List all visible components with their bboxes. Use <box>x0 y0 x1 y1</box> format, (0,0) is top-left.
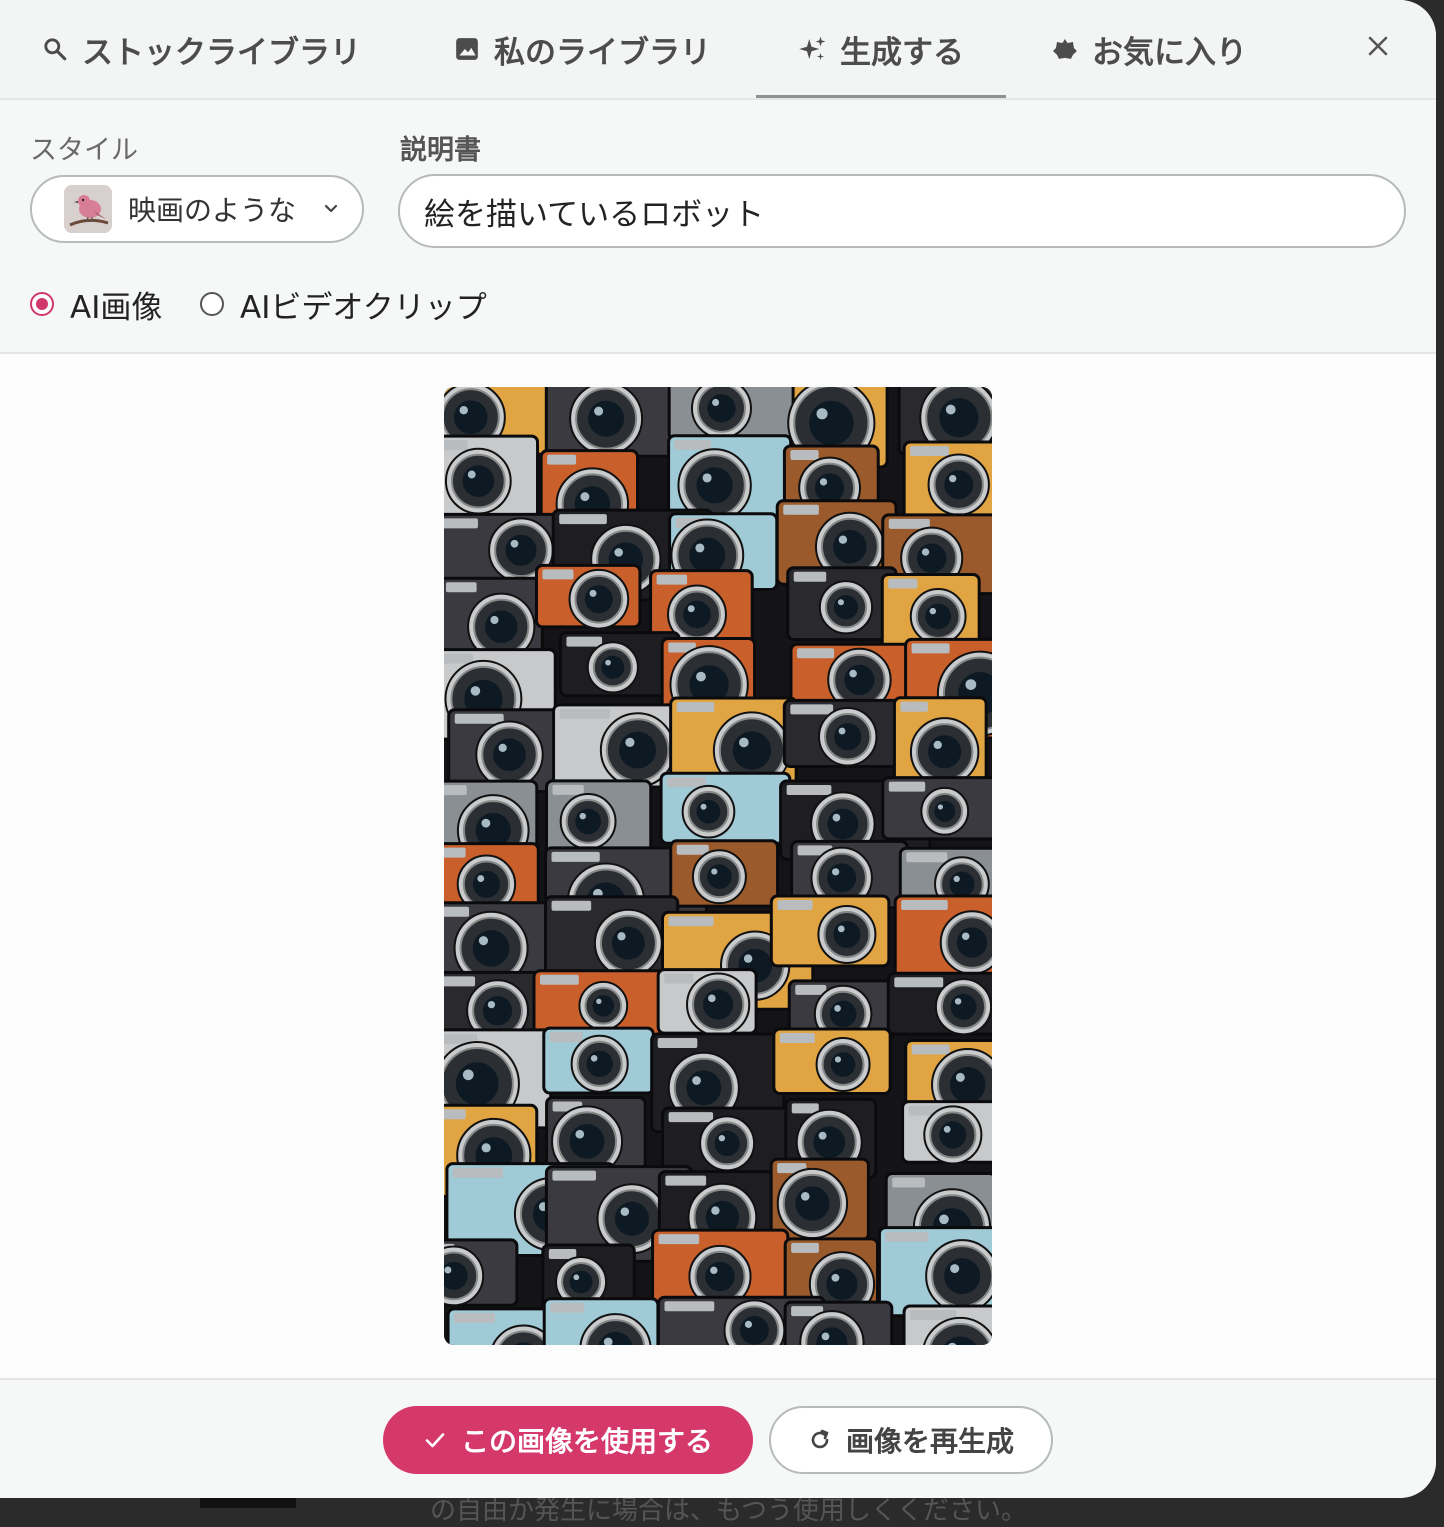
tab-my-library[interactable]: 私のライブラリ <box>452 0 711 98</box>
radio-ai-image[interactable]: AI画像 <box>30 284 163 326</box>
radio-label: AIビデオクリップ <box>240 289 487 326</box>
tab-label: ストックライブラリ <box>82 34 361 71</box>
description-input[interactable] <box>398 174 1406 248</box>
tab-stock-library[interactable]: ストックライブラリ <box>40 0 361 98</box>
style-dropdown[interactable]: 映画のような <box>30 175 364 243</box>
description-label: 説明書 <box>400 135 481 166</box>
tab-bar: ストックライブラリ 私のライブラリ 生成する お気に入り <box>0 0 1436 100</box>
close-button[interactable] <box>1360 30 1396 66</box>
radio-ai-video-clip[interactable]: AIビデオクリップ <box>200 284 487 326</box>
tab-generate[interactable]: 生成する <box>756 0 1006 98</box>
pentagon-star-icon <box>1050 34 1080 64</box>
tab-label: 私のライブラリ <box>494 34 711 71</box>
style-label: スタイル <box>30 135 138 166</box>
refresh-icon <box>808 1428 832 1452</box>
use-this-image-button[interactable]: この画像を使用する <box>383 1406 753 1474</box>
sparkle-icon <box>798 34 828 64</box>
use-this-image-label: この画像を使用する <box>460 1425 713 1458</box>
tab-label: お気に入り <box>1092 34 1247 71</box>
tab-label: 生成する <box>840 34 964 71</box>
radio-button[interactable] <box>30 292 54 316</box>
radio-label: AI画像 <box>70 289 163 326</box>
image-icon <box>452 34 482 64</box>
tab-favorites[interactable]: お気に入り <box>1050 0 1247 98</box>
check-icon <box>423 1428 447 1452</box>
generate-form: スタイル 説明書 映画のような 絵を描いているロボット AI画像 AIビデオクリ… <box>0 100 1436 354</box>
radio-button[interactable] <box>200 292 224 316</box>
chevron-down-icon <box>322 199 340 221</box>
close-icon <box>1367 35 1389 61</box>
modal-footer: この画像を使用する 画像を再生成 <box>0 1378 1436 1498</box>
search-icon <box>40 34 70 64</box>
generated-image-preview <box>444 387 992 1345</box>
image-picker-modal: ストックライブラリ 私のライブラリ 生成する お気に入り スタイル 説明書 映画… <box>0 0 1436 1498</box>
bird-thumbnail <box>64 185 112 233</box>
style-select-value: 映画のような <box>128 194 297 227</box>
camera-collage-image <box>444 387 992 1345</box>
regenerate-image-label: 画像を再生成 <box>845 1425 1014 1458</box>
regenerate-image-button[interactable]: 画像を再生成 <box>769 1406 1053 1474</box>
